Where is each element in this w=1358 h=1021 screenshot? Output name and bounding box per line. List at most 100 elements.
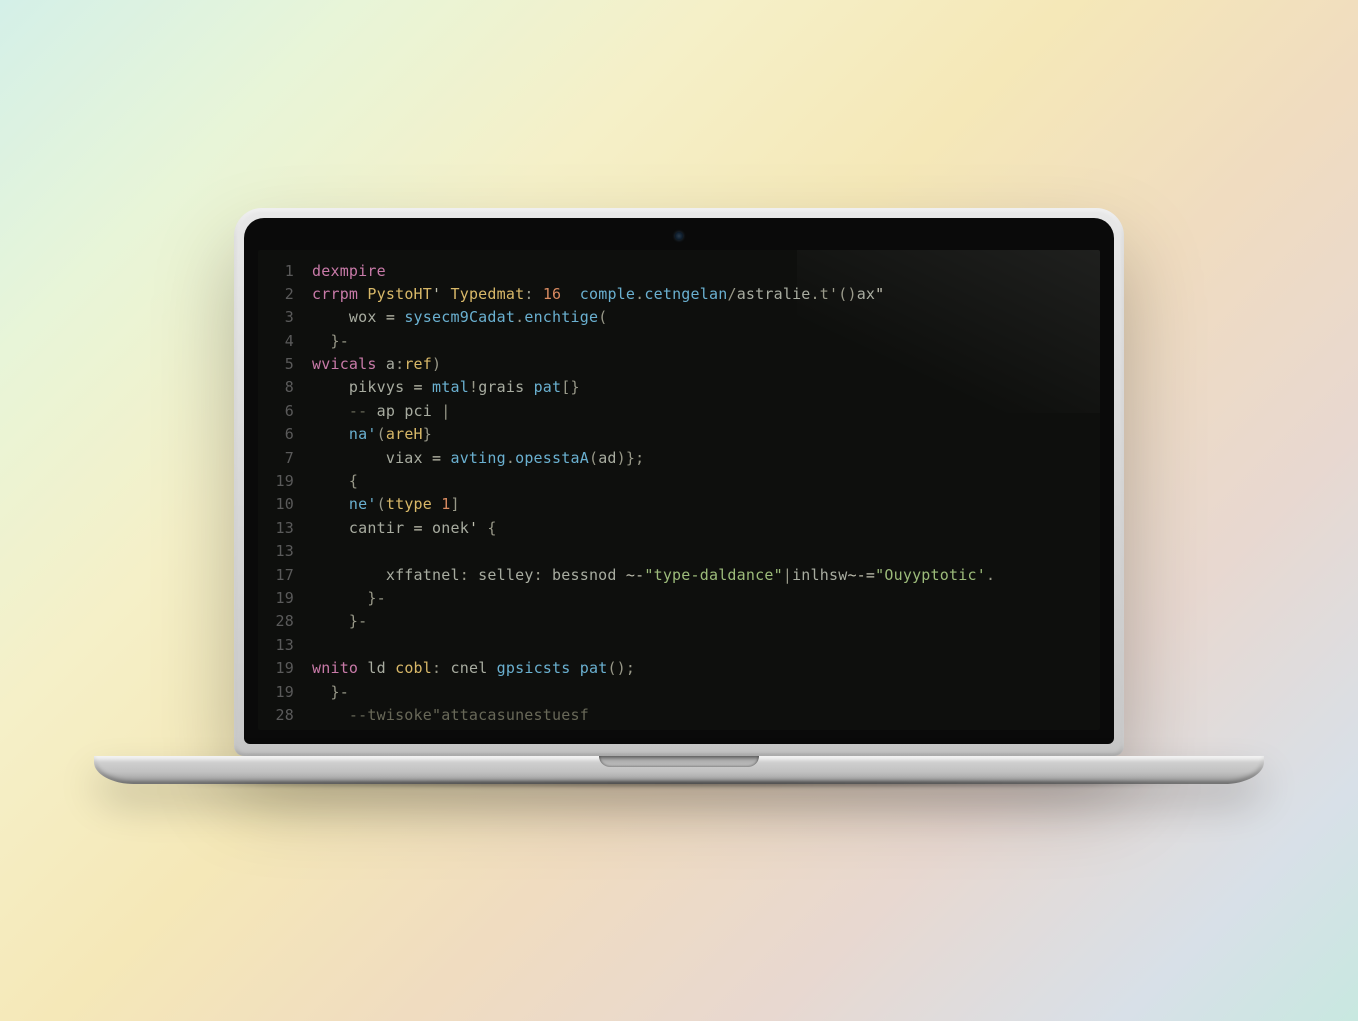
token-pun: ! [469,378,478,396]
screen: 1234586671910131317192813191928 dexmpire… [258,250,1100,730]
line-number: 3 [258,306,294,329]
code-line[interactable]: wox = sysecm9Cadat.enchtige( [312,306,1100,329]
token-var: ax [857,285,875,303]
token-fn: sysecm9Cadat [404,308,515,326]
token-fn: avting [450,449,505,467]
token-pun: }- [312,589,386,607]
token-pun: }- [312,683,349,701]
token-op: = [414,519,432,537]
code-line[interactable]: ne'(ttype 1] [312,493,1100,516]
line-number: 8 [258,376,294,399]
token-fn: enchtige [524,308,598,326]
token-pun: / [727,285,736,303]
token-fn: gpsicsts [497,659,580,677]
token-type: ttype [386,495,441,513]
token-var: bessnod [552,566,626,584]
token-str: "type-daldance" [644,566,782,584]
code-content[interactable]: dexmpire crrpm PystoHT' Typedmat: 16 comp… [312,260,1100,728]
code-line[interactable] [312,540,1100,563]
token-fn: pat [534,378,562,396]
token-op: = [432,449,450,467]
token-fn: ne' [312,495,377,513]
token-var: xffatnel [312,566,460,584]
code-line[interactable]: }- [312,610,1100,633]
token-op: ~- [626,566,644,584]
token-var: ad [598,449,616,467]
code-line[interactable]: wvicals a:ref) [312,353,1100,376]
token-var: selley [478,566,533,584]
code-line[interactable]: wnito ld cobl: cnel gpsicsts pat(); [312,657,1100,680]
token-cm: --twisoke"attacasunestuesf [312,706,589,724]
line-number: 6 [258,400,294,423]
token-pun: ( [377,495,386,513]
token-pun: ( [598,308,607,326]
token-pun: : [534,566,552,584]
token-kw: dexmpire [312,262,386,280]
line-number: 19 [258,657,294,680]
line-number: 2 [258,283,294,306]
token-op: = [386,308,404,326]
token-var: grais [478,378,533,396]
token-cm: -- [312,402,377,420]
code-line[interactable]: crrpm PystoHT' Typedmat: 16 comple.cetng… [312,283,1100,306]
token-pun: [} [561,378,579,396]
token-fn: opesstaA [515,449,589,467]
token-kw: wnito [312,659,367,677]
laptop-base [94,756,1264,784]
code-line[interactable]: pikvys = mtal!grais pat[} [312,376,1100,399]
token-op: " [875,285,884,303]
code-editor[interactable]: 1234586671910131317192813191928 dexmpire… [258,250,1100,730]
code-line[interactable]: cantir = onek' { [312,517,1100,540]
line-number: 13 [258,517,294,540]
token-var: wox [312,308,386,326]
token-var: viax [312,449,432,467]
line-number: 6 [258,423,294,446]
token-pun: }- [312,612,367,630]
laptop-device: 1234586671910131317192813191928 dexmpire… [234,208,1124,784]
token-pun: } [423,425,432,443]
line-number: 7 [258,447,294,470]
code-line[interactable]: }- [312,587,1100,610]
token-op: ' [469,519,487,537]
token-str: "Ouyyptotic' [875,566,986,584]
token-var: a [386,355,395,373]
code-line[interactable]: -- ap pci | [312,400,1100,423]
token-op: ~-= [847,566,875,584]
code-line[interactable]: viax = avting.opesstaA(ad)}; [312,447,1100,470]
code-line[interactable] [312,634,1100,657]
token-pun: : [524,285,542,303]
token-fn: mtal [432,378,469,396]
code-line[interactable]: { [312,470,1100,493]
token-fn: cetngelan [644,285,727,303]
token-pun: )}; [617,449,645,467]
code-line[interactable]: na'(areH} [312,423,1100,446]
token-var: cantir [312,519,414,537]
token-pun: . [986,566,995,584]
line-number: 19 [258,587,294,610]
token-var: ld [367,659,395,677]
line-number-gutter: 1234586671910131317192813191928 [258,260,312,728]
code-line[interactable]: }- [312,681,1100,704]
token-pun: : [460,566,478,584]
code-line[interactable]: dexmpire [312,260,1100,283]
code-line[interactable]: }- [312,330,1100,353]
token-op: = [414,378,432,396]
token-var: pikvys [312,378,414,396]
code-line[interactable]: --twisoke"attacasunestuesf [312,704,1100,727]
webcam-icon [675,232,683,240]
line-number: 28 [258,610,294,633]
token-kw: crrpm [312,285,367,303]
token-pun: . [515,308,524,326]
line-number: 19 [258,681,294,704]
token-op [561,285,579,303]
token-pun: (); [607,659,635,677]
token-pun: : [395,355,404,373]
token-pun: .t'() [811,285,857,303]
token-var: ap pci [377,402,432,420]
code-line[interactable]: xffatnel: selley: bessnod ~-"type-daldan… [312,564,1100,587]
token-op: ' [432,285,450,303]
token-pun: . [506,449,515,467]
token-pun: { [312,472,358,490]
screen-bezel: 1234586671910131317192813191928 dexmpire… [244,218,1114,744]
token-pun: ) [432,355,441,373]
